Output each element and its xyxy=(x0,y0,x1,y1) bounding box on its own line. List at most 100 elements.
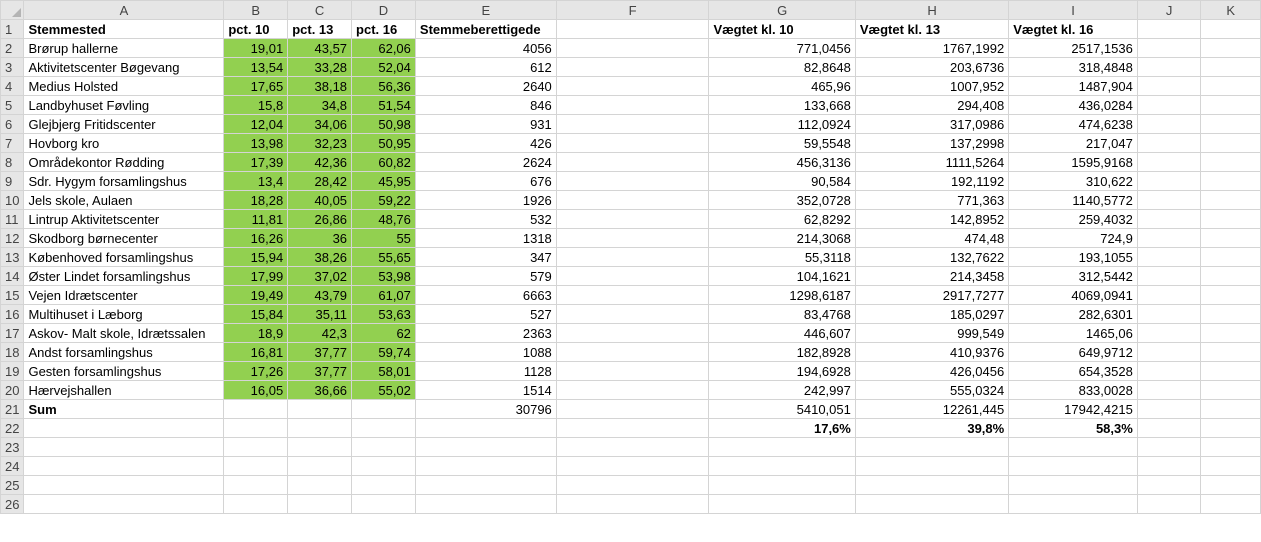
cell-pct16[interactable]: 53,63 xyxy=(351,304,416,324)
cell-sum-c[interactable] xyxy=(287,399,353,419)
cell-stemmeberettigede[interactable]: 612 xyxy=(414,57,557,77)
cell-empty-c[interactable] xyxy=(287,475,353,495)
cell-pct16[interactable]: 59,74 xyxy=(351,342,416,362)
cell-pct10[interactable]: 19,49 xyxy=(223,285,289,305)
cell-pct10[interactable]: 15,84 xyxy=(223,304,289,324)
cell-pct10[interactable]: 16,26 xyxy=(223,228,289,248)
cell-header-pct13[interactable]: pct. 13 xyxy=(287,19,353,39)
cell-pct-vaegtet10[interactable]: 17,6% xyxy=(708,418,856,438)
cell-pct13[interactable]: 32,23 xyxy=(287,133,353,153)
cell-j[interactable] xyxy=(1136,114,1202,134)
cell-stemmested[interactable]: Hovborg kro xyxy=(23,133,225,153)
cell-vaegtet13[interactable]: 185,0297 xyxy=(854,304,1010,324)
cell-k[interactable] xyxy=(1200,361,1261,381)
cell-stemmeberettigede[interactable]: 676 xyxy=(414,171,557,191)
cell-sum-f[interactable] xyxy=(555,399,710,419)
cell-pct16[interactable]: 62,06 xyxy=(351,38,416,58)
cell-empty-e[interactable] xyxy=(414,475,557,495)
cell-sum-stemmeberettigede[interactable]: 30796 xyxy=(414,399,557,419)
cell-pct16[interactable]: 50,98 xyxy=(351,114,416,134)
cell-pct13[interactable]: 36 xyxy=(287,228,353,248)
cell-pct16[interactable]: 52,04 xyxy=(351,57,416,77)
cell-vaegtet16[interactable]: 193,1055 xyxy=(1008,247,1138,267)
cell-f[interactable] xyxy=(555,190,710,210)
cell-stemmeberettigede[interactable]: 347 xyxy=(414,247,557,267)
cell-f[interactable] xyxy=(555,380,710,400)
cell-empty-k[interactable] xyxy=(1200,437,1261,457)
cell-f[interactable] xyxy=(555,152,710,172)
cell-empty-i[interactable] xyxy=(1008,475,1138,495)
cell-empty-b[interactable] xyxy=(223,456,289,476)
cell-f[interactable] xyxy=(555,304,710,324)
column-header-g[interactable]: G xyxy=(708,0,856,20)
cell-empty-a[interactable] xyxy=(23,437,225,457)
cell-pct13[interactable]: 34,8 xyxy=(287,95,353,115)
cell-empty-h[interactable] xyxy=(854,494,1010,514)
cell-empty-i[interactable] xyxy=(1008,456,1138,476)
cell-vaegtet13[interactable]: 999,549 xyxy=(854,323,1010,343)
row-header[interactable]: 15 xyxy=(0,285,25,305)
cell-vaegtet13[interactable]: 203,6736 xyxy=(854,57,1010,77)
column-header-a[interactable]: A xyxy=(23,0,225,20)
cell-pct16[interactable]: 45,95 xyxy=(351,171,416,191)
cell-vaegtet16[interactable]: 282,6301 xyxy=(1008,304,1138,324)
cell-vaegtet16[interactable]: 318,4848 xyxy=(1008,57,1138,77)
cell-pct13[interactable]: 37,77 xyxy=(287,361,353,381)
cell-j[interactable] xyxy=(1136,152,1202,172)
cell-vaegtet16[interactable]: 833,0028 xyxy=(1008,380,1138,400)
cell-sum-k[interactable] xyxy=(1200,399,1261,419)
cell-header-pct10[interactable]: pct. 10 xyxy=(223,19,289,39)
row-header[interactable]: 17 xyxy=(0,323,25,343)
cell-j[interactable] xyxy=(1136,133,1202,153)
cell-pct13[interactable]: 36,66 xyxy=(287,380,353,400)
cell-pct13[interactable]: 37,77 xyxy=(287,342,353,362)
cell-empty-h[interactable] xyxy=(854,475,1010,495)
cell-pct16[interactable]: 59,22 xyxy=(351,190,416,210)
cell-f[interactable] xyxy=(555,95,710,115)
cell-j[interactable] xyxy=(1136,190,1202,210)
cell-pct10[interactable]: 16,05 xyxy=(223,380,289,400)
cell-empty-i[interactable] xyxy=(1008,437,1138,457)
cell-pct16[interactable]: 58,01 xyxy=(351,361,416,381)
cell-pct10[interactable]: 17,26 xyxy=(223,361,289,381)
cell-pct10[interactable]: 12,04 xyxy=(223,114,289,134)
cell-stemmested[interactable]: Landbyhuset Føvling xyxy=(23,95,225,115)
cell-vaegtet13[interactable]: 317,0986 xyxy=(854,114,1010,134)
cell-f[interactable] xyxy=(555,133,710,153)
cell-k[interactable] xyxy=(1200,38,1261,58)
cell-sum-vaegtet16[interactable]: 17942,4215 xyxy=(1008,399,1138,419)
cell-pct10[interactable]: 18,9 xyxy=(223,323,289,343)
cell-vaegtet16[interactable]: 259,4032 xyxy=(1008,209,1138,229)
cell-k[interactable] xyxy=(1200,209,1261,229)
cell-f[interactable] xyxy=(555,323,710,343)
cell-empty-e[interactable] xyxy=(414,456,557,476)
cell-empty-f[interactable] xyxy=(555,437,710,457)
cell-stemmeberettigede[interactable]: 1926 xyxy=(414,190,557,210)
cell-stemmested[interactable]: Gesten forsamlingshus xyxy=(23,361,225,381)
cell-sum-j[interactable] xyxy=(1136,399,1202,419)
cell-pct16[interactable]: 48,76 xyxy=(351,209,416,229)
cell-pct-f[interactable] xyxy=(555,418,710,438)
cell-pct10[interactable]: 15,8 xyxy=(223,95,289,115)
cell-empty-j[interactable] xyxy=(1136,494,1202,514)
cell-pct-c[interactable] xyxy=(287,418,353,438)
cell-header-pct16[interactable]: pct. 16 xyxy=(351,19,416,39)
cell-vaegtet16[interactable]: 1487,904 xyxy=(1008,76,1138,96)
cell-vaegtet10[interactable]: 83,4768 xyxy=(708,304,856,324)
cell-j[interactable] xyxy=(1136,304,1202,324)
cell-stemmested[interactable]: Glejbjerg Fritidscenter xyxy=(23,114,225,134)
cell-empty-g[interactable] xyxy=(708,456,856,476)
cell-k[interactable] xyxy=(1200,76,1261,96)
cell-vaegtet10[interactable]: 62,8292 xyxy=(708,209,856,229)
cell-vaegtet16[interactable]: 312,5442 xyxy=(1008,266,1138,286)
cell-pct13[interactable]: 37,02 xyxy=(287,266,353,286)
row-header[interactable]: 1 xyxy=(0,19,25,39)
cell-stemmested[interactable]: Lintrup Aktivitetscenter xyxy=(23,209,225,229)
cell-vaegtet13[interactable]: 214,3458 xyxy=(854,266,1010,286)
cell-j[interactable] xyxy=(1136,342,1202,362)
cell-j[interactable] xyxy=(1136,266,1202,286)
cell-stemmested[interactable]: Skodborg børnecenter xyxy=(23,228,225,248)
cell-empty-a[interactable] xyxy=(23,494,225,514)
cell-vaegtet16[interactable]: 1140,5772 xyxy=(1008,190,1138,210)
cell-stemmeberettigede[interactable]: 1128 xyxy=(414,361,557,381)
